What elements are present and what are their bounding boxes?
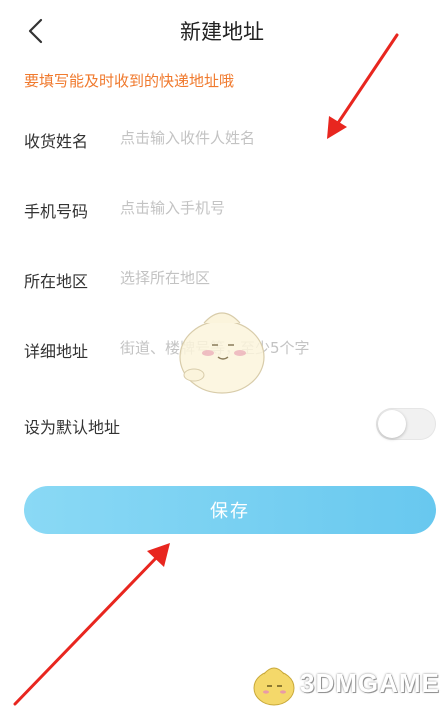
default-address-toggle[interactable] bbox=[376, 408, 436, 440]
phone-input[interactable] bbox=[120, 192, 420, 224]
watermark-logo: 3DMGAME bbox=[248, 656, 444, 711]
annotation-arrow-lower bbox=[13, 543, 170, 706]
detail-label: 详细地址 bbox=[24, 342, 89, 361]
toggle-knob bbox=[378, 410, 406, 438]
watermark-text: 3DMGAME bbox=[300, 668, 440, 698]
form-row-region: 所在地区 选择所在地区 bbox=[0, 258, 444, 298]
form-row-name: 收货姓名 bbox=[0, 118, 444, 158]
region-label: 所在地区 bbox=[24, 272, 89, 291]
name-label: 收货姓名 bbox=[24, 132, 89, 151]
page-title: 新建地址 bbox=[180, 20, 264, 44]
region-selector[interactable]: 选择所在地区 bbox=[120, 262, 420, 294]
address-tip: 要填写能及时收到的快递地址哦 bbox=[24, 72, 235, 90]
form-row-detail: 详细地址 bbox=[0, 328, 444, 368]
form-row-phone: 手机号码 bbox=[0, 188, 444, 228]
save-button[interactable]: 保存 bbox=[24, 486, 436, 534]
phone-label: 手机号码 bbox=[24, 202, 89, 221]
watermark-mascot-icon bbox=[253, 667, 295, 706]
default-address-label: 设为默认地址 bbox=[24, 418, 121, 437]
detail-address-input[interactable] bbox=[120, 332, 420, 364]
header-bar: 新建地址 bbox=[0, 0, 444, 62]
recipient-name-input[interactable] bbox=[120, 122, 420, 154]
